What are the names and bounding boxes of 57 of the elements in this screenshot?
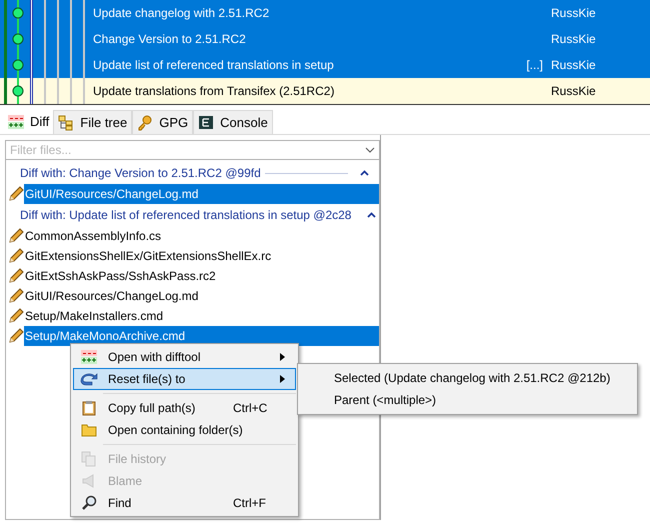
submenu-arrow-icon: [280, 353, 285, 361]
file-row[interactable]: Setup/MakeInstallers.cmd: [24, 306, 379, 326]
filter-field[interactable]: Filter files...: [5, 140, 380, 160]
submenu-arrow-icon: [280, 375, 285, 383]
file-row[interactable]: GitUI/Resources/ChangeLog.md: [24, 286, 379, 306]
shortcut-label: Ctrl+C: [233, 401, 268, 415]
key-icon: [137, 114, 154, 130]
documents-icon: [81, 451, 97, 467]
commit-author: RussKie: [551, 83, 596, 100]
commit-message: Change Version to 2.51.RC2: [93, 31, 247, 48]
pencil-icon: [8, 288, 24, 304]
menu-item[interactable]: Open containing folder(s): [73, 419, 296, 441]
collapse-caret-icon[interactable]: [367, 212, 376, 218]
folder-icon: [81, 423, 97, 437]
more-indicator: [...]: [526, 58, 543, 72]
commit-message: Update changelog with 2.51.RC2: [93, 5, 270, 22]
undo-arrow-icon: [80, 372, 98, 386]
commit-author: RussKie: [551, 31, 596, 48]
menu-item[interactable]: Reset file(s) to: [73, 368, 296, 390]
group-header: Diff with: Update list of referenced translations in setup @2c28: [20, 207, 352, 224]
commit-message: Update translations from Transifex (2.51RC2): [93, 83, 336, 100]
group-header: Diff with: Change Version to 2.51.RC2 @99fd: [20, 165, 261, 182]
commit-row[interactable]: Update changelog with 2.51.RC2 RussKie: [0, 0, 650, 26]
menu-item[interactable]: Open with difftool: [73, 346, 296, 368]
tab[interactable]: Console: [193, 110, 273, 134]
pencil-icon: [8, 328, 24, 344]
diff-icon: [81, 350, 97, 364]
commit-message: Update list of referenced translations in setup: [93, 57, 335, 74]
search-icon: [81, 495, 97, 511]
menu-item[interactable]: Copy full path(s) Ctrl+C: [73, 397, 296, 419]
shortcut-label: Ctrl+F: [233, 496, 266, 510]
submenu-item[interactable]: Parent (<multiple>): [298, 389, 637, 411]
diff-icon: [8, 115, 24, 129]
commit-row[interactable]: Change Version to 2.51.RC2 RussKie: [0, 26, 650, 52]
pencil-icon: [8, 228, 24, 244]
chevron-down-icon: [365, 147, 375, 153]
folder-tree-icon: [58, 114, 74, 130]
clipboard-icon: [82, 400, 96, 416]
pencil-icon: [8, 308, 24, 324]
collapse-caret-icon[interactable]: [360, 170, 369, 176]
pencil-icon: [8, 186, 24, 202]
pencil-icon: [8, 248, 24, 264]
tab[interactable]: GPG: [132, 110, 194, 134]
file-row[interactable]: GitExtensionsShellEx/GitExtensionsShellEx.rc: [24, 246, 379, 266]
commit-author: RussKie: [551, 5, 596, 22]
commit-author: RussKie: [551, 57, 596, 74]
menu-item[interactable]: Find Ctrl+F: [73, 492, 296, 514]
commit-row[interactable]: Update list of referenced translations in setup [...] RussKie: [0, 52, 650, 78]
tab[interactable]: File tree: [53, 110, 132, 134]
file-row[interactable]: Setup/MakeMonoArchive.cmd: [24, 326, 379, 346]
submenu-item[interactable]: Selected (Update changelog with 2.51.RC2 @212b): [298, 367, 637, 389]
file-row[interactable]: CommonAssemblyInfo.cs: [24, 226, 379, 246]
commit-row[interactable]: Update translations from Transifex (2.51RC2) RussKie: [0, 78, 650, 104]
pencil-icon: [8, 268, 24, 284]
console-icon: [198, 114, 214, 130]
file-row[interactable]: GitUI/Resources/ChangeLog.md: [24, 184, 379, 204]
file-row[interactable]: GitExtSshAskPass/SshAskPass.rc2: [24, 266, 379, 286]
